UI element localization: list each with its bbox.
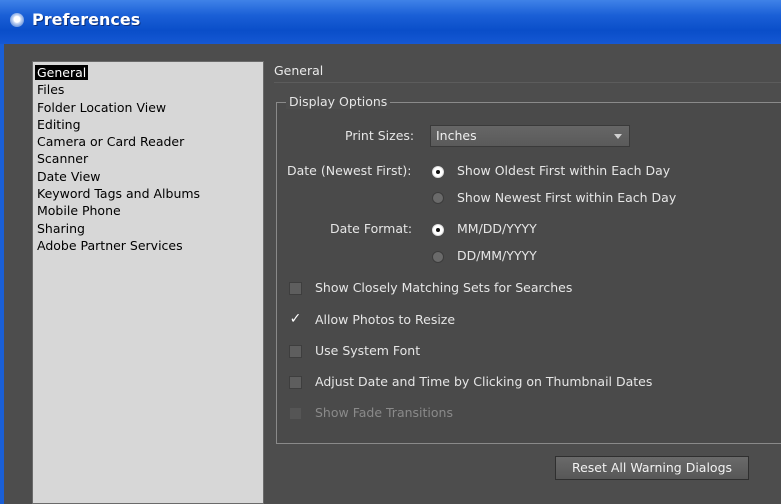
- sidebar-item-keyword-tags-and-albums[interactable]: Keyword Tags and Albums: [33, 185, 263, 202]
- closely-matching-sets-label[interactable]: Show Closely Matching Sets for Searches: [315, 280, 572, 295]
- date-format-mmdd-label[interactable]: MM/DD/YYYY: [457, 221, 537, 236]
- print-sizes-dropdown[interactable]: Inches: [430, 125, 630, 147]
- sidebar-item-mobile-phone[interactable]: Mobile Phone: [33, 202, 263, 219]
- date-format-ddmm-radio[interactable]: [432, 251, 444, 263]
- date-format-mmdd-radio[interactable]: [432, 224, 444, 236]
- use-system-font-checkbox[interactable]: [289, 345, 302, 358]
- sidebar-item-files[interactable]: Files: [33, 81, 263, 98]
- adjust-date-time-checkbox[interactable]: [289, 376, 302, 389]
- sidebar-item-date-view[interactable]: Date View: [33, 168, 263, 185]
- adjust-date-time-label[interactable]: Adjust Date and Time by Clicking on Thum…: [315, 374, 652, 389]
- closely-matching-sets-checkbox[interactable]: [289, 282, 302, 295]
- chevron-down-icon: [614, 134, 622, 139]
- fade-transitions-checkbox: [289, 407, 302, 420]
- app-icon: [10, 13, 24, 27]
- sidebar-item-folder-location-view[interactable]: Folder Location View: [33, 99, 263, 116]
- section-title: General: [274, 63, 324, 78]
- sidebar-item-editing[interactable]: Editing: [33, 116, 263, 133]
- display-options-legend: Display Options: [286, 94, 391, 109]
- preferences-sidebar: General Files Folder Location View Editi…: [32, 61, 264, 504]
- sidebar-item-camera-or-card-reader[interactable]: Camera or Card Reader: [33, 133, 263, 150]
- allow-photos-resize-checkbox[interactable]: ✓: [289, 312, 302, 326]
- display-options-group: [276, 102, 781, 444]
- use-system-font-label[interactable]: Use System Font: [315, 343, 420, 358]
- sidebar-item-general[interactable]: General: [33, 64, 263, 81]
- window-title: Preferences: [32, 10, 141, 29]
- date-order-oldest-label[interactable]: Show Oldest First within Each Day: [457, 163, 670, 178]
- date-order-label: Date (Newest First):: [287, 163, 412, 178]
- sidebar-item-adobe-partner-services[interactable]: Adobe Partner Services: [33, 237, 263, 254]
- fade-transitions-label: Show Fade Transitions: [315, 405, 453, 420]
- sidebar-item-sharing[interactable]: Sharing: [33, 220, 263, 237]
- print-sizes-label: Print Sizes:: [345, 128, 415, 143]
- date-format-ddmm-label[interactable]: DD/MM/YYYY: [457, 248, 537, 263]
- print-sizes-value: Inches: [436, 128, 477, 143]
- date-order-newest-radio[interactable]: [432, 192, 444, 204]
- sidebar-item-scanner[interactable]: Scanner: [33, 150, 263, 167]
- section-divider: [274, 82, 781, 83]
- allow-photos-resize-label[interactable]: Allow Photos to Resize: [315, 312, 455, 327]
- date-format-label: Date Format:: [330, 221, 413, 236]
- reset-warning-dialogs-button[interactable]: Reset All Warning Dialogs: [555, 456, 749, 480]
- date-order-oldest-radio[interactable]: [432, 166, 444, 178]
- date-order-newest-label[interactable]: Show Newest First within Each Day: [457, 190, 676, 205]
- title-bar[interactable]: Preferences: [0, 0, 781, 44]
